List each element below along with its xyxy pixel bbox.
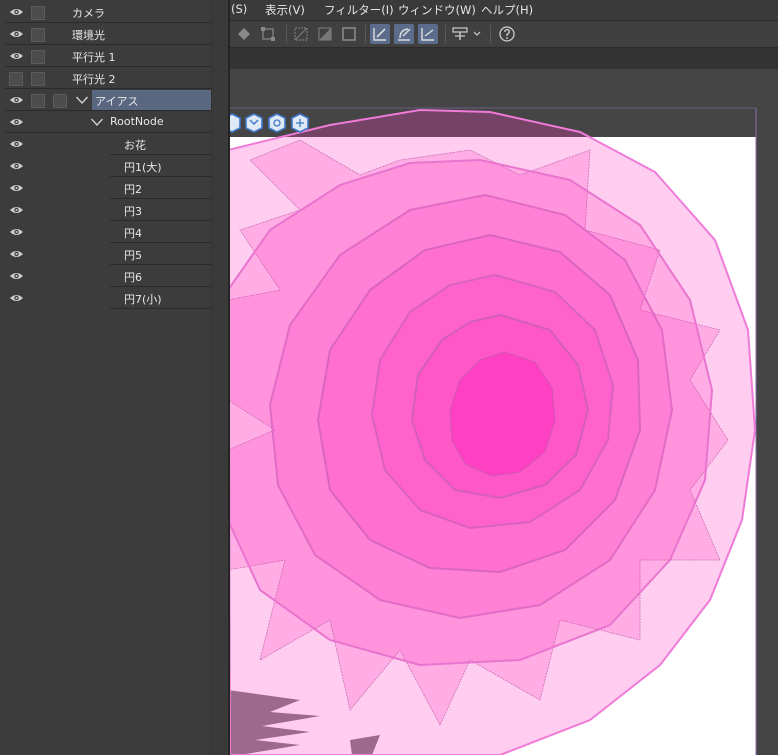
layer-row[interactable]: 平行光 1: [0, 45, 228, 67]
row-divider: [110, 308, 211, 309]
layer-lock-checkbox[interactable]: [31, 94, 45, 108]
layer-name: 平行光 1: [72, 51, 116, 64]
eye-icon[interactable]: [9, 271, 24, 281]
layer-name: 円3: [124, 205, 142, 218]
layer-row[interactable]: 円7(小): [0, 287, 228, 309]
layer-row[interactable]: 円4: [0, 221, 228, 243]
layer-name: 円7(小): [124, 293, 162, 306]
layer-name: 円6: [124, 271, 142, 284]
layer-lock-checkbox[interactable]: [31, 72, 45, 86]
pan-object-icon[interactable]: [291, 113, 309, 133]
eye-icon[interactable]: [9, 205, 24, 215]
layer-name: 円1(大): [124, 161, 162, 174]
layer-name: 平行光 2: [72, 73, 116, 86]
layer-row[interactable]: 円3: [0, 199, 228, 221]
layer-row[interactable]: RootNode: [0, 111, 228, 133]
layer-name: 環境光: [72, 29, 105, 42]
object-launcher: [223, 113, 309, 133]
eye-icon[interactable]: [9, 29, 24, 39]
layer-lock-checkbox[interactable]: [31, 6, 45, 20]
layer-name: RootNode: [110, 115, 164, 128]
layer-name: 円2: [124, 183, 142, 196]
layer-name: お花: [124, 139, 146, 152]
chevron-down-icon[interactable]: [75, 95, 89, 105]
move-camera-icon[interactable]: [245, 113, 263, 133]
layer-row[interactable]: 円5: [0, 243, 228, 265]
layer-row[interactable]: お花: [0, 133, 228, 155]
layer-row[interactable]: 円2: [0, 177, 228, 199]
eye-icon[interactable]: [9, 117, 24, 127]
eye-icon[interactable]: [9, 249, 24, 259]
layer-lock-checkbox[interactable]: [31, 50, 45, 64]
eye-icon[interactable]: [9, 7, 24, 17]
layer-row[interactable]: 環境光: [0, 23, 228, 45]
visibility-toggle-off[interactable]: [9, 72, 23, 86]
layer-name: 円4: [124, 227, 142, 240]
layer-name: アイアス: [95, 95, 139, 108]
layer-option-checkbox[interactable]: [53, 94, 67, 108]
panel-scrollbar[interactable]: [211, 0, 227, 755]
chevron-down-icon[interactable]: [90, 117, 104, 127]
eye-icon[interactable]: [9, 95, 24, 105]
layer-name: 円5: [124, 249, 142, 262]
3d-object-layer-panel: カメラ環境光平行光 1 平行光 2 アイアス RootNode お花円1(大) 円2 円3 円…: [0, 0, 230, 755]
layer-row[interactable]: アイアス: [0, 89, 228, 111]
layer-row[interactable]: 円6: [0, 265, 228, 287]
eye-icon[interactable]: [9, 51, 24, 61]
eye-icon[interactable]: [9, 139, 24, 149]
eye-icon[interactable]: [9, 293, 24, 303]
eye-icon[interactable]: [9, 183, 24, 193]
layer-lock-checkbox[interactable]: [31, 28, 45, 42]
layer-row[interactable]: 平行光 2: [0, 67, 228, 89]
layer-row[interactable]: 円1(大): [0, 155, 228, 177]
rotate-object-icon[interactable]: [268, 113, 286, 133]
eye-icon[interactable]: [9, 161, 24, 171]
layer-row[interactable]: カメラ: [0, 1, 228, 23]
eye-icon[interactable]: [9, 227, 24, 237]
layer-name: カメラ: [72, 7, 105, 20]
